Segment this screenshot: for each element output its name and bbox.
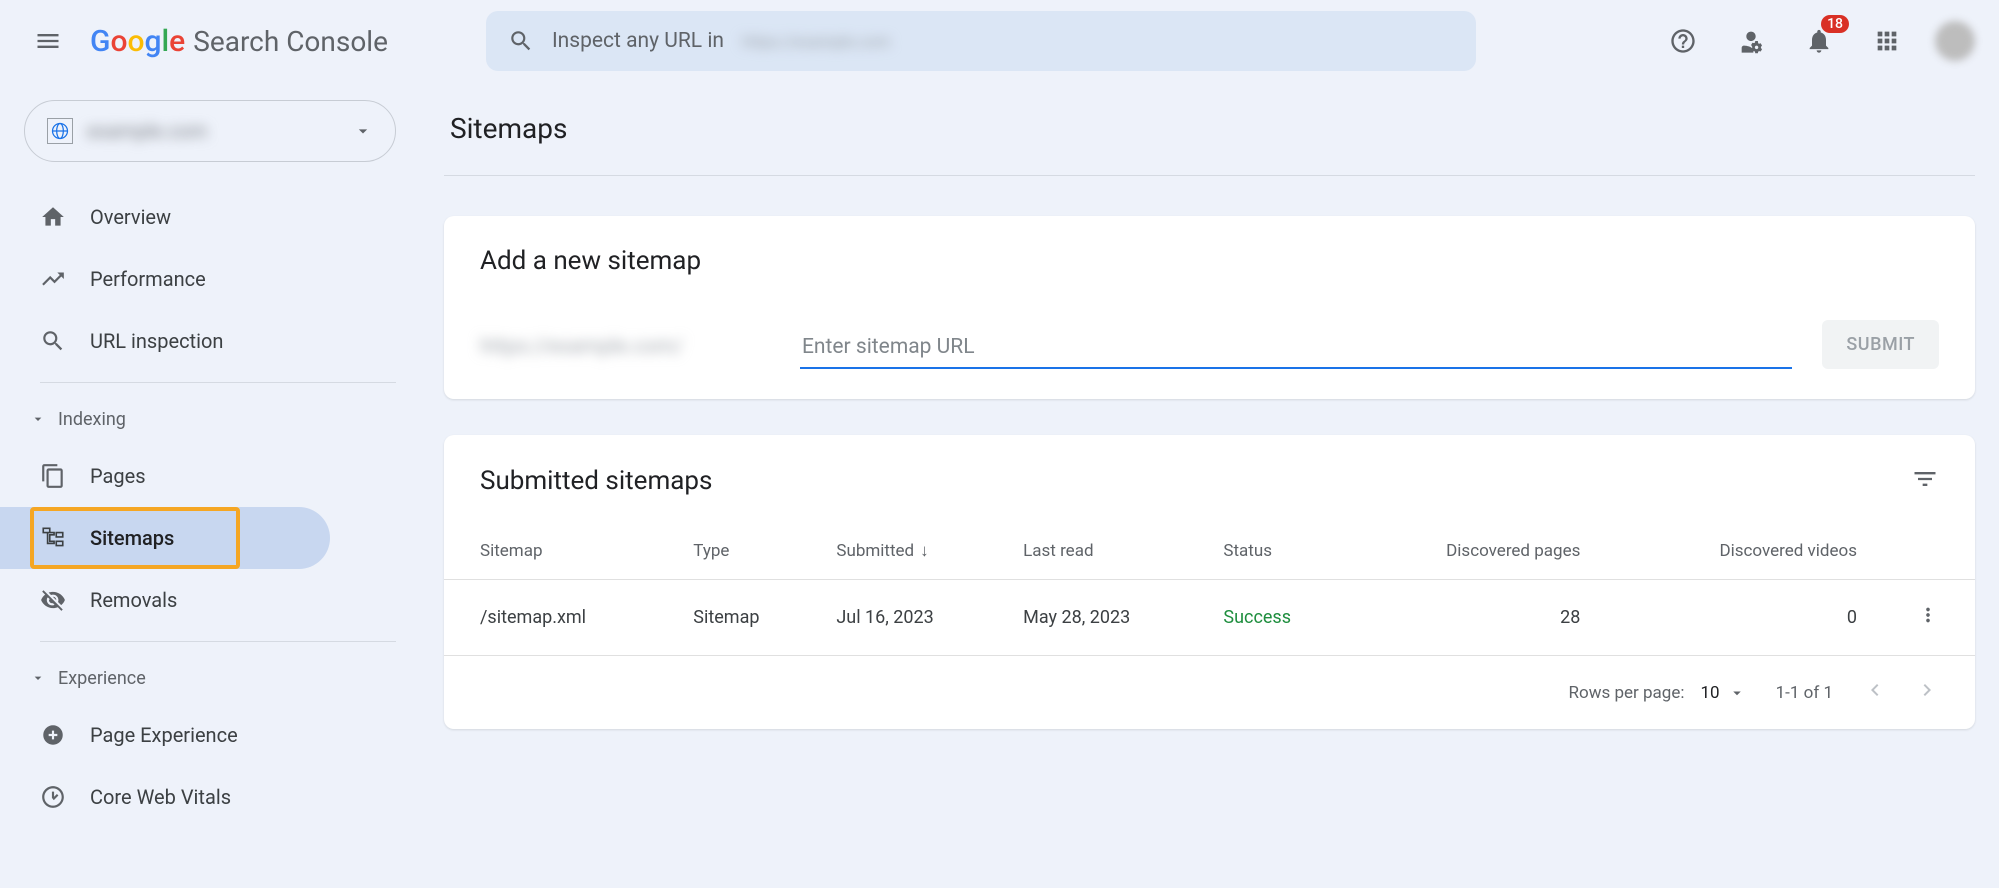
- submitted-sitemaps-card: Submitted sitemaps Sitemap Type Submitte…: [444, 435, 1975, 729]
- circle-plus-icon: [40, 722, 66, 748]
- sidebar-divider: [40, 641, 396, 642]
- property-name-blurred: example.com: [87, 119, 339, 143]
- pages-icon: [40, 463, 66, 489]
- caret-down-icon: [353, 121, 373, 141]
- col-type[interactable]: Type: [693, 523, 836, 580]
- rows-per-page-select[interactable]: 10: [1700, 683, 1745, 703]
- product-name: Search Console: [193, 25, 388, 58]
- col-sitemap[interactable]: Sitemap: [444, 523, 693, 580]
- main-content: Sitemaps Add a new sitemap https://examp…: [420, 82, 1999, 888]
- cell-sitemap: /sitemap.xml: [444, 580, 693, 656]
- notifications-button[interactable]: 18: [1799, 21, 1839, 61]
- sitemap-icon: [40, 525, 66, 551]
- sidebar-item-label: Performance: [90, 267, 206, 291]
- filter-button[interactable]: [1911, 465, 1939, 497]
- sidebar: example.com Overview Performance URL ins…: [0, 82, 420, 888]
- sidebar-item-label: Core Web Vitals: [90, 785, 231, 809]
- cell-last-read: May 28, 2023: [1023, 580, 1223, 656]
- col-submitted[interactable]: Submitted↓: [836, 523, 1023, 580]
- sidebar-item-label: Page Experience: [90, 723, 238, 747]
- search-prefix: Inspect any URL in: [552, 29, 724, 53]
- more-vert-icon: [1917, 604, 1939, 626]
- account-avatar[interactable]: [1935, 21, 1975, 61]
- table-row[interactable]: /sitemap.xml Sitemap Jul 16, 2023 May 28…: [444, 580, 1975, 656]
- sidebar-item-performance[interactable]: Performance: [0, 248, 330, 310]
- submitted-sitemaps-title: Submitted sitemaps: [480, 466, 712, 496]
- trending-icon: [40, 266, 66, 292]
- sidebar-item-core-web-vitals[interactable]: Core Web Vitals: [0, 766, 330, 828]
- hamburger-menu-button[interactable]: [24, 17, 72, 65]
- help-icon: [1669, 27, 1697, 55]
- manage-users-button[interactable]: [1731, 21, 1771, 61]
- search-icon: [508, 28, 534, 54]
- sidebar-section-experience[interactable]: Experience: [0, 652, 420, 704]
- table-pagination: Rows per page: 10 1-1 of 1: [444, 656, 1975, 729]
- search-icon: [40, 328, 66, 354]
- section-label: Indexing: [58, 409, 126, 430]
- next-page-button[interactable]: [1915, 678, 1939, 707]
- person-gear-icon: [1737, 27, 1765, 55]
- sitemap-url-prefix-blurred: https://example.com/: [480, 335, 800, 369]
- rows-per-page-label: Rows per page:: [1569, 683, 1685, 703]
- cell-discovered-pages: 28: [1368, 580, 1640, 656]
- section-label: Experience: [58, 668, 146, 689]
- add-sitemap-title: Add a new sitemap: [480, 246, 1939, 276]
- home-icon: [40, 204, 66, 230]
- help-button[interactable]: [1663, 21, 1703, 61]
- sidebar-item-overview[interactable]: Overview: [0, 186, 330, 248]
- menu-icon: [34, 27, 62, 55]
- chevron-left-icon: [1863, 678, 1887, 702]
- sidebar-item-pages[interactable]: Pages: [0, 445, 330, 507]
- cell-discovered-videos: 0: [1640, 580, 1917, 656]
- chevron-right-icon: [1915, 678, 1939, 702]
- sort-down-icon: ↓: [920, 541, 929, 561]
- prev-page-button[interactable]: [1863, 678, 1887, 707]
- add-sitemap-card: Add a new sitemap https://example.com/ S…: [444, 216, 1975, 399]
- sidebar-item-url-inspection[interactable]: URL inspection: [0, 310, 330, 372]
- col-last-read[interactable]: Last read: [1023, 523, 1223, 580]
- cell-type: Sitemap: [693, 580, 836, 656]
- sidebar-item-page-experience[interactable]: Page Experience: [0, 704, 330, 766]
- sidebar-divider: [40, 382, 396, 383]
- app-header: Google Search Console Inspect any URL in…: [0, 0, 1999, 82]
- sitemap-url-input[interactable]: [800, 327, 1792, 369]
- product-logo[interactable]: Google Search Console: [90, 24, 388, 59]
- col-status[interactable]: Status: [1223, 523, 1368, 580]
- speed-icon: [40, 784, 66, 810]
- apps-grid-icon: [1873, 27, 1901, 55]
- sidebar-item-sitemaps[interactable]: Sitemaps: [0, 507, 330, 569]
- submit-sitemap-button[interactable]: SUBMIT: [1822, 320, 1939, 369]
- caret-down-icon: [30, 670, 46, 686]
- col-discovered-pages[interactable]: Discovered pages: [1368, 523, 1640, 580]
- sidebar-item-label: Overview: [90, 205, 171, 229]
- globe-icon: [47, 118, 73, 144]
- visibility-off-icon: [40, 587, 66, 613]
- row-actions-button[interactable]: [1917, 580, 1975, 656]
- sidebar-item-label: Pages: [90, 464, 146, 488]
- url-inspection-search[interactable]: Inspect any URL in https://example.com: [486, 11, 1476, 71]
- col-discovered-videos[interactable]: Discovered videos: [1640, 523, 1917, 580]
- cell-status: Success: [1223, 580, 1368, 656]
- property-selector[interactable]: example.com: [24, 100, 396, 162]
- page-title: Sitemaps: [444, 102, 1975, 176]
- sidebar-item-removals[interactable]: Removals: [0, 569, 330, 631]
- notifications-badge: 18: [1821, 15, 1849, 33]
- caret-down-icon: [1728, 684, 1746, 702]
- search-domain-blurred: https://example.com: [742, 32, 890, 51]
- pagination-range: 1-1 of 1: [1776, 683, 1833, 703]
- caret-down-icon: [30, 411, 46, 427]
- apps-button[interactable]: [1867, 21, 1907, 61]
- sidebar-item-label: Sitemaps: [90, 526, 174, 550]
- sidebar-item-label: Removals: [90, 588, 177, 612]
- sitemaps-table: Sitemap Type Submitted↓ Last read Status…: [444, 523, 1975, 656]
- cell-submitted: Jul 16, 2023: [836, 580, 1023, 656]
- filter-icon: [1911, 465, 1939, 493]
- google-logo-text: Google: [90, 24, 185, 59]
- sidebar-item-label: URL inspection: [90, 329, 223, 353]
- sidebar-section-indexing[interactable]: Indexing: [0, 393, 420, 445]
